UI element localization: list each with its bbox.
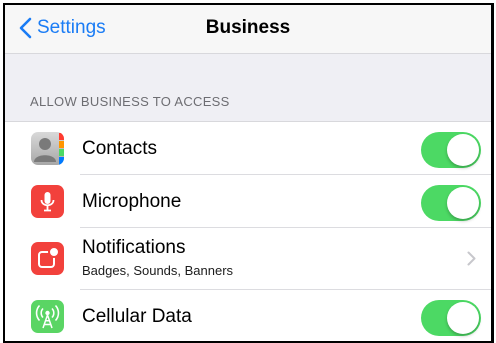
- section-header: ALLOW BUSINESS TO ACCESS: [30, 94, 230, 109]
- cellular-data-toggle[interactable]: [421, 300, 481, 336]
- microphone-toggle[interactable]: [421, 185, 481, 221]
- list-item-microphone[interactable]: Microphone: [5, 175, 491, 228]
- list-item-label: Cellular Data: [82, 306, 192, 327]
- navigation-bar: Settings Business: [5, 5, 491, 54]
- notifications-icon: [31, 242, 64, 275]
- list-item-contacts[interactable]: Contacts: [5, 122, 491, 175]
- contacts-toggle[interactable]: [421, 132, 481, 168]
- toggle-knob: [447, 302, 479, 334]
- microphone-icon: [31, 185, 64, 218]
- contacts-icon: [31, 132, 64, 165]
- chevron-right-icon: [467, 251, 476, 266]
- list-item-notifications[interactable]: Notifications Badges, Sounds, Banners: [5, 228, 491, 290]
- toggle-knob: [447, 187, 479, 219]
- settings-screen: Settings Business ALLOW BUSINESS TO ACCE…: [3, 3, 494, 343]
- list-item-label: Notifications: [82, 237, 186, 258]
- cellular-data-icon: [31, 300, 64, 333]
- list-item-label: Contacts: [82, 138, 157, 159]
- permissions-list: Contacts Microphone Notifications Badges…: [5, 121, 491, 341]
- list-item-cellular-data[interactable]: Cellular Data: [5, 290, 491, 341]
- list-item-label: Microphone: [82, 191, 182, 212]
- toggle-knob: [447, 134, 479, 166]
- list-item-sublabel: Badges, Sounds, Banners: [82, 263, 234, 278]
- page-title: Business: [205, 17, 291, 38]
